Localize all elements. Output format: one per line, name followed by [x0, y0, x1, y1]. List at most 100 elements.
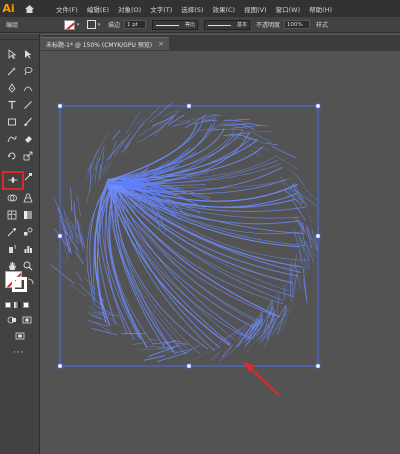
brush-definition[interactable]: 基本 [204, 19, 251, 30]
fiber-hair [63, 235, 71, 252]
artboard-canvas[interactable] [41, 51, 400, 454]
gradient-mode-icon[interactable] [14, 302, 20, 308]
style-label: 样式 [316, 22, 329, 29]
handle-top-right[interactable] [315, 103, 321, 109]
handle-middle-right[interactable] [315, 233, 321, 239]
fiber-hair [236, 337, 244, 348]
tools-panel: ··· [0, 34, 40, 454]
handle-top-left[interactable] [57, 103, 63, 109]
handle-bottom-right[interactable] [315, 363, 321, 369]
rotate-tool-icon[interactable] [5, 150, 19, 162]
paintbrush-tool-icon[interactable] [21, 116, 35, 128]
stroke-color-icon[interactable] [12, 277, 27, 292]
curvature-tool-icon[interactable] [21, 82, 35, 94]
rectangle-tool-icon[interactable] [5, 116, 19, 128]
edit-toolbar-icon[interactable]: ··· [13, 348, 25, 358]
fiber-hair [124, 122, 145, 148]
variable-width-profile[interactable]: 等比 [152, 19, 199, 30]
menu-select[interactable]: 选择(S) [181, 4, 203, 14]
lasso-icon[interactable] [21, 65, 35, 77]
fiber-hair [210, 350, 222, 361]
menu-bar: Ai 文件(F) 编辑(E) 对象(O) 文字(T) 选择(S) 效果(C) 视… [0, 0, 400, 17]
eyedropper-tool-icon[interactable] [5, 226, 19, 238]
magic-wand-icon[interactable] [5, 65, 19, 77]
fiber-hair [242, 315, 263, 336]
toolbar-grip[interactable] [0, 34, 40, 40]
shaper-tool-icon[interactable] [5, 133, 19, 145]
fiber-hair [271, 146, 296, 159]
fiber-hair [103, 161, 112, 175]
home-icon[interactable] [21, 0, 37, 17]
draw-mode-icon[interactable] [5, 314, 19, 326]
fiber-hair [50, 264, 75, 285]
width-tool-icon[interactable] [6, 174, 20, 186]
control-bar: 编组 ▾ ▾ 描边 1 pt 等比 基本 不透明度 100% 样式 [0, 17, 400, 33]
artwork[interactable] [41, 51, 400, 454]
direct-selection-tool-icon[interactable] [21, 48, 35, 60]
menu-edit[interactable]: 编辑(E) [87, 4, 109, 14]
symbol-sprayer-icon[interactable] [5, 243, 19, 255]
selection-type-label: 编组 [6, 22, 19, 29]
column-graph-tool-icon[interactable] [21, 243, 35, 255]
menu-object[interactable]: 对象(O) [118, 4, 141, 14]
fiber-hair [308, 212, 312, 223]
perspective-grid-icon[interactable] [21, 192, 35, 204]
fiber-hair [158, 100, 175, 116]
close-tab-icon[interactable]: × [158, 40, 164, 48]
fiber-hair [125, 132, 136, 151]
gradient-tool-icon[interactable] [21, 209, 35, 221]
scale-tool-icon[interactable] [21, 150, 35, 162]
fiber-strand [107, 180, 265, 324]
screen-mode-icon[interactable] [13, 330, 27, 342]
line-tool-icon[interactable] [21, 99, 35, 111]
menu-help[interactable]: 帮助(H) [309, 4, 332, 14]
opacity-field[interactable]: 100% [284, 20, 311, 29]
color-mode-icon[interactable] [5, 302, 11, 308]
selection-tool-icon[interactable] [5, 48, 19, 60]
stroke-weight-field[interactable]: 1 pt [124, 20, 147, 29]
fill-dropdown-icon[interactable]: ▾ [75, 20, 81, 30]
fiber-hair [76, 195, 81, 216]
fiber-strand [116, 185, 294, 284]
spherical-fiber-art[interactable] [50, 100, 321, 363]
fiber-hair [144, 355, 166, 361]
free-transform-tool-icon[interactable] [21, 171, 35, 183]
menu-window[interactable]: 窗口(W) [276, 4, 301, 14]
fill-swatch[interactable] [64, 19, 76, 30]
menu-effect[interactable]: 效果(C) [212, 4, 235, 14]
pen-tool-icon[interactable] [5, 82, 19, 94]
stroke-swatch[interactable] [87, 20, 97, 29]
none-mode-icon[interactable] [23, 302, 29, 308]
fiber-hair [265, 142, 278, 146]
handle-bottom-center[interactable] [186, 363, 192, 369]
fiber-hair [308, 244, 315, 258]
illustrator-window: Ai 文件(F) 编辑(E) 对象(O) 文字(T) 选择(S) 效果(C) 视… [0, 0, 400, 454]
blend-tool-icon[interactable] [21, 226, 35, 238]
fiber-hair [218, 347, 237, 362]
stroke-dropdown-icon[interactable]: ▾ [96, 20, 102, 30]
handle-top-center[interactable] [186, 103, 192, 109]
swap-colors-icon[interactable] [27, 270, 34, 285]
fiber-strand [108, 184, 275, 316]
shape-builder-tool-icon[interactable] [5, 192, 19, 204]
menu-list: 文件(F) 编辑(E) 对象(O) 文字(T) 选择(S) 效果(C) 视图(V… [56, 4, 341, 14]
fiber-hair [303, 278, 308, 304]
fiber-hair [190, 346, 219, 361]
menu-type[interactable]: 文字(T) [150, 4, 172, 14]
mesh-tool-icon[interactable] [5, 209, 19, 221]
handle-middle-left[interactable] [57, 233, 63, 239]
menu-view[interactable]: 视图(V) [244, 4, 267, 14]
fiber-hair [296, 175, 305, 186]
fiber-hair [272, 309, 288, 335]
handle-bottom-left[interactable] [57, 363, 63, 369]
fiber-hair [75, 271, 83, 282]
menu-file[interactable]: 文件(F) [56, 4, 78, 14]
draw-inside-icon[interactable] [20, 314, 34, 326]
fiber-hair [57, 207, 68, 235]
eraser-tool-icon[interactable] [21, 133, 35, 145]
fiber-hair [88, 305, 101, 314]
fiber-hair [70, 187, 73, 212]
fiber-hair [86, 190, 90, 204]
document-tab[interactable]: 未标题-1* @ 150% (CMYK/GPU 预览) × [41, 37, 169, 50]
type-tool-icon[interactable] [5, 99, 19, 111]
